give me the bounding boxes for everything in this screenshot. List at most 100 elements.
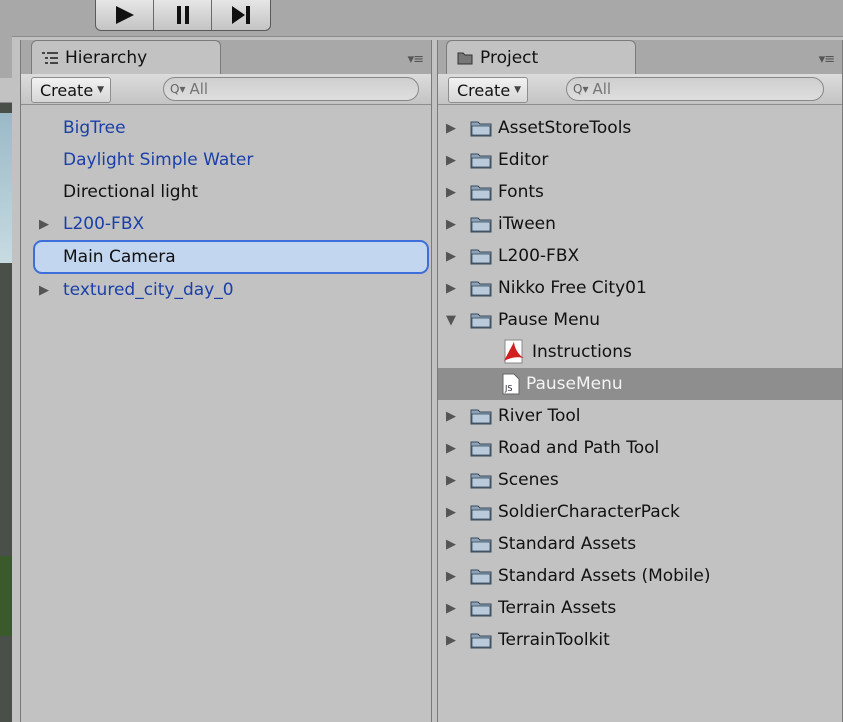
project-item-pausemenu[interactable]: JS PauseMenu (438, 368, 842, 400)
project-search-input[interactable] (588, 80, 793, 98)
folder-icon (470, 535, 492, 553)
hierarchy-menu-icon[interactable]: ▾≡ (408, 52, 424, 67)
tab-project[interactable]: Project (446, 40, 636, 74)
folder-icon (470, 503, 492, 521)
collapse-arrow-icon[interactable]: ▼ (446, 313, 460, 328)
hierarchy-search[interactable]: Q▾ (163, 77, 419, 101)
scene-control-edge (0, 78, 12, 103)
hierarchy-panel: Hierarchy ▾≡ Create ▼ Q▾ BigTree Dayligh… (20, 40, 432, 722)
list-item-label: Nikko Free City01 (498, 278, 647, 298)
folder-icon (470, 215, 492, 233)
step-button[interactable] (212, 0, 270, 30)
list-item-label: L200-FBX (63, 214, 145, 234)
folder-icon (470, 119, 492, 137)
folder-icon (470, 471, 492, 489)
search-icon: Q▾ (573, 82, 589, 96)
folder-icon (457, 52, 473, 64)
expand-arrow-icon[interactable]: ▶ (446, 601, 460, 616)
project-item-itween[interactable]: ▶ iTween (438, 208, 842, 240)
hierarchy-search-input[interactable] (185, 80, 390, 98)
pdf-file-icon (502, 339, 526, 365)
project-create-button[interactable]: Create ▼ (448, 77, 529, 103)
project-create-label: Create (457, 80, 511, 100)
list-item-label: BigTree (63, 118, 126, 138)
folder-icon (470, 439, 492, 457)
expand-arrow-icon[interactable]: ▶ (39, 283, 53, 298)
project-item-editor[interactable]: ▶ Editor (438, 144, 842, 176)
list-item-label: Instructions (532, 342, 632, 362)
expand-arrow-icon[interactable]: ▶ (446, 281, 460, 296)
pause-button[interactable] (154, 0, 212, 30)
hierarchy-create-button[interactable]: Create ▼ (31, 77, 112, 103)
list-item-label: textured_city_day_0 (63, 280, 234, 300)
tab-hierarchy-label: Hierarchy (65, 47, 148, 68)
folder-icon (470, 631, 492, 649)
hierarchy-item-bigtree[interactable]: BigTree (21, 112, 431, 144)
list-item-label: PauseMenu (526, 374, 623, 394)
scene-tab-edge (0, 36, 12, 78)
dropdown-caret-icon: ▼ (514, 85, 522, 95)
list-item-label: AssetStoreTools (498, 118, 632, 138)
folder-icon (470, 247, 492, 265)
expand-arrow-icon[interactable]: ▶ (446, 441, 460, 456)
hierarchy-control-bar: Create ▼ Q▾ (21, 74, 431, 105)
tab-hierarchy[interactable]: Hierarchy (31, 40, 221, 74)
folder-icon (470, 599, 492, 617)
step-icon (232, 6, 250, 24)
play-icon (115, 6, 134, 24)
list-item-label: SoldierCharacterPack (498, 502, 680, 522)
project-item-instructions[interactable]: Instructions (438, 336, 842, 368)
project-panel: Project ▾≡ Create ▼ Q▾ ▶AssetStoreTools▶… (437, 40, 843, 722)
expand-arrow-icon[interactable]: ▶ (446, 249, 460, 264)
expand-arrow-icon[interactable]: ▶ (446, 537, 460, 552)
expand-arrow-icon[interactable]: ▶ (446, 153, 460, 168)
list-item-label: River Tool (498, 406, 581, 426)
hierarchy-item-textured-city-day-0[interactable]: ▶ textured_city_day_0 (21, 274, 431, 306)
folder-icon (470, 407, 492, 425)
expand-arrow-icon[interactable]: ▶ (446, 121, 460, 136)
dropdown-caret-icon: ▼ (97, 85, 105, 95)
project-item-road-and-path-tool[interactable]: ▶ Road and Path Tool (438, 432, 842, 464)
hierarchy-item-l200-fbx[interactable]: ▶ L200-FBX (21, 208, 431, 240)
expand-arrow-icon[interactable]: ▶ (446, 633, 460, 648)
project-item-soldiercharacterpack[interactable]: ▶ SoldierCharacterPack (438, 496, 842, 528)
hierarchy-item-daylight-simple-water[interactable]: Daylight Simple Water (21, 144, 431, 176)
folder-icon (470, 567, 492, 585)
expand-arrow-icon[interactable]: ▶ (446, 409, 460, 424)
project-menu-icon[interactable]: ▾≡ (819, 52, 835, 67)
expand-arrow-icon[interactable]: ▶ (446, 185, 460, 200)
list-item-label: Terrain Assets (498, 598, 617, 618)
project-item-fonts[interactable]: ▶ Fonts (438, 176, 842, 208)
list-item-label: Fonts (498, 182, 544, 202)
project-item-nikko-free-city01[interactable]: ▶ Nikko Free City01 (438, 272, 842, 304)
project-item-standard-assets-mobile[interactable]: ▶ Standard Assets (Mobile) (438, 560, 842, 592)
project-item-river-tool[interactable]: ▶ River Tool (438, 400, 842, 432)
expand-arrow-icon[interactable]: ▶ (446, 217, 460, 232)
project-item-scenes[interactable]: ▶ Scenes (438, 464, 842, 496)
expand-arrow-icon[interactable]: ▶ (446, 473, 460, 488)
project-item-standard-assets[interactable]: ▶ Standard Assets (438, 528, 842, 560)
play-button[interactable] (96, 0, 154, 30)
list-item-label: Daylight Simple Water (63, 150, 254, 170)
hierarchy-item-directional-light[interactable]: Directional light (21, 176, 431, 208)
svg-text:JS: JS (504, 384, 512, 393)
folder-icon (470, 311, 492, 329)
list-item-label: Editor (498, 150, 549, 170)
project-item-terrain-assets[interactable]: ▶ Terrain Assets (438, 592, 842, 624)
project-item-assetstoretools[interactable]: ▶ AssetStoreTools (438, 112, 842, 144)
project-item-l200-fbx[interactable]: ▶ L200-FBX (438, 240, 842, 272)
scene-sky (0, 113, 12, 263)
expand-arrow-icon[interactable]: ▶ (446, 505, 460, 520)
project-search[interactable]: Q▾ (566, 77, 824, 101)
hierarchy-item-main-camera[interactable]: Main Camera (33, 240, 429, 274)
hierarchy-list: BigTree Daylight Simple Water Directiona… (21, 112, 431, 306)
pause-icon (176, 6, 189, 24)
scene-view-edge (0, 36, 12, 722)
expand-arrow-icon[interactable]: ▶ (39, 217, 53, 232)
list-item-label: TerrainToolkit (498, 630, 610, 650)
list-item-label: Road and Path Tool (498, 438, 660, 458)
folder-icon (470, 279, 492, 297)
project-item-terraintoolkit[interactable]: ▶ TerrainToolkit (438, 624, 842, 656)
expand-arrow-icon[interactable]: ▶ (446, 569, 460, 584)
project-item-pause-menu[interactable]: ▼ Pause Menu (438, 304, 842, 336)
